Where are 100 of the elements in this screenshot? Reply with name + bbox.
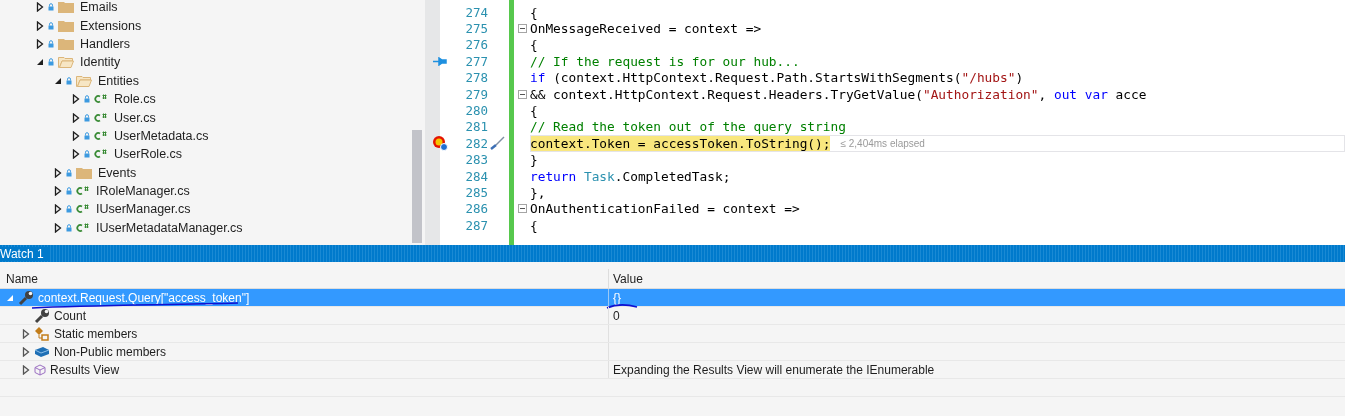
lock-icon (48, 21, 54, 30)
panel-title: Watch 1 (0, 246, 50, 261)
collapse-arrow[interactable] (36, 58, 44, 67)
code-line: }, (530, 185, 546, 200)
code-line: && context.HttpContext.Request.Headers.TryGetValue("Authorization", out var acce (530, 86, 1147, 102)
column-header[interactable]: Name (0, 269, 608, 288)
code-line: OnMessageReceived = context => (530, 21, 762, 37)
lock-icon (84, 131, 90, 140)
watch-value: Expanding the Results View will enumerate the IEnumerable (613, 362, 935, 377)
watch-row[interactable]: Count 0 (0, 307, 1345, 325)
folder-icon (76, 166, 92, 179)
expand-arrow[interactable] (72, 94, 80, 105)
line-number: 286 (464, 201, 488, 217)
watch-name: Non-Public members (54, 344, 167, 359)
expand-arrow[interactable] (36, 2, 44, 13)
line-number: 279 (464, 86, 488, 102)
paintbrush-icon[interactable] (490, 136, 506, 151)
cube-icon (34, 344, 50, 359)
code-line: } (530, 152, 538, 168)
csharp-file-icon (94, 130, 108, 141)
tree-item[interactable]: Identity (80, 55, 121, 70)
tree-item[interactable]: IUserMetadataManager.cs (96, 220, 243, 235)
csharp-file-icon (94, 112, 108, 123)
code-line: { (530, 37, 538, 53)
line-number: 284 (464, 168, 488, 184)
expand-arrow[interactable] (72, 112, 80, 123)
breakpoint-icon (432, 135, 448, 152)
watch-name: Results View (50, 362, 120, 377)
lock-icon (84, 95, 90, 104)
expand-arrow[interactable] (54, 204, 62, 215)
collapse-arrow[interactable] (54, 76, 62, 85)
expand-arrow[interactable] (22, 328, 30, 339)
lock-icon (84, 113, 90, 122)
tree-item[interactable]: UserMetadata.cs (114, 128, 209, 143)
line-number: 274 (464, 4, 488, 20)
tree-item[interactable]: User.cs (114, 110, 156, 125)
expand-arrow[interactable] (36, 20, 44, 31)
line-number: 280 (464, 103, 488, 119)
expand-arrow[interactable] (22, 364, 30, 375)
wrench-icon (34, 307, 50, 324)
collapse-toggle[interactable] (517, 204, 527, 214)
static-members-icon (34, 325, 50, 342)
csharp-file-icon (76, 186, 90, 197)
scrollbar-thumb[interactable] (412, 130, 422, 243)
cube-outline-icon (34, 363, 46, 376)
csharp-file-icon (76, 204, 90, 215)
watch-row[interactable]: Static members (0, 325, 1345, 343)
expand-arrow[interactable] (54, 222, 62, 233)
watch-value: 0 (613, 308, 620, 323)
watch-name: context.Request.Query["access_token"] (38, 290, 250, 305)
code-line: // Read the token out of the query string (530, 119, 846, 135)
lock-icon (66, 76, 72, 85)
line-number: 278 (464, 70, 488, 86)
tree-item[interactable]: UserRole.cs (114, 147, 183, 162)
line-number: 285 (464, 185, 488, 200)
code-line: if (context.HttpContext.Request.Path.StartsWithSegments("/hubs") (530, 70, 1024, 86)
tree-item[interactable]: Role.cs (114, 92, 156, 107)
expand-arrow[interactable] (72, 130, 80, 141)
tree-item[interactable]: IRoleManager.cs (96, 184, 190, 199)
line-number: 282 (464, 135, 488, 151)
expand-arrow[interactable] (54, 186, 62, 197)
expand-arrow[interactable] (22, 346, 30, 357)
tree-item[interactable]: Extensions (80, 18, 142, 33)
line-number: 281 (464, 119, 488, 135)
line-number: 276 (464, 37, 488, 53)
tree-item[interactable]: Events (98, 165, 137, 180)
tree-item[interactable]: Handlers (80, 36, 131, 51)
code-line: OnAuthenticationFailed = context => (530, 201, 800, 217)
tree-item[interactable]: IUserManager.cs (96, 202, 191, 217)
watch-row[interactable]: Results View Expanding the Results View will enumerate the IEnumerable (0, 361, 1345, 379)
tree-item[interactable]: Entities (98, 73, 139, 88)
code-line: return Task.CompletedTask; (530, 168, 731, 184)
csharp-file-icon (94, 94, 108, 105)
open-folder-icon (76, 74, 92, 87)
watch-name: Static members (54, 326, 138, 341)
expand-arrow[interactable] (72, 149, 80, 160)
line-number: 283 (464, 152, 488, 168)
column-header[interactable]: Value (608, 269, 1345, 288)
expand-arrow[interactable] (54, 167, 62, 178)
collapse-toggle[interactable] (517, 89, 527, 99)
line-number: 277 (464, 53, 488, 69)
code-line: { (530, 4, 538, 20)
watch-value: {} (613, 290, 621, 305)
lock-icon (66, 205, 72, 214)
pin-icon (433, 56, 447, 66)
csharp-file-icon (76, 222, 90, 233)
wrench-icon (18, 289, 34, 306)
open-folder-icon (58, 56, 74, 69)
collapse-toggle[interactable] (517, 24, 527, 34)
line-number: 275 (464, 21, 488, 37)
lock-icon (66, 168, 72, 177)
code-line: // If the request is for our hub... (530, 53, 800, 69)
code-line: { (530, 103, 538, 119)
lock-icon (48, 39, 54, 48)
csharp-file-icon (94, 149, 108, 160)
code-line: { (530, 217, 538, 233)
tree-item[interactable]: Emails (80, 0, 118, 15)
watch-row[interactable]: Non-Public members (0, 343, 1345, 361)
expand-arrow[interactable] (36, 38, 44, 49)
watch-name: Count (54, 308, 87, 323)
